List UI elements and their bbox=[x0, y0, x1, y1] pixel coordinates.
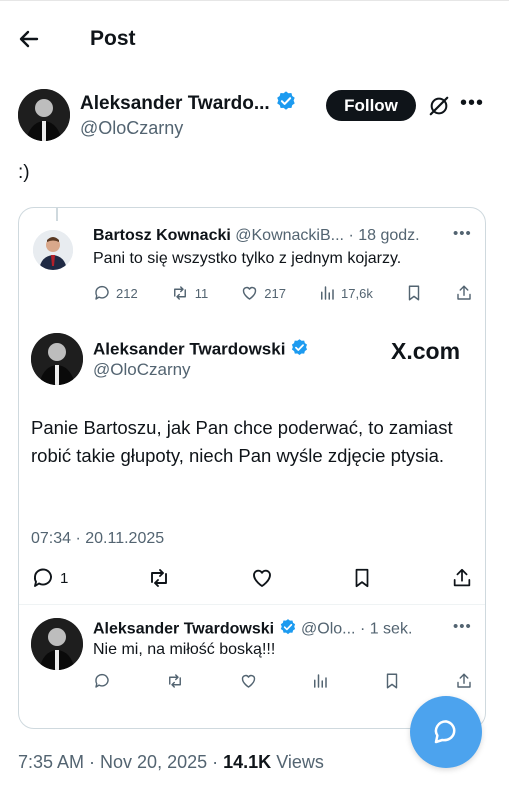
share-icon bbox=[457, 285, 471, 300]
reply-icon bbox=[33, 568, 52, 587]
bookmark-button[interactable] bbox=[351, 566, 373, 590]
top-bar bbox=[0, 0, 509, 79]
reply-meta: @Olo... · 1 sek. bbox=[301, 620, 413, 638]
reply-actions bbox=[93, 672, 473, 690]
author-handle[interactable]: @OloCzarny bbox=[80, 118, 183, 139]
post-timestamp[interactable]: 7:35 AM · Nov 20, 2025 · bbox=[18, 752, 218, 772]
chat-bubble-icon bbox=[434, 720, 456, 744]
quoted-post-actions: 1 bbox=[31, 566, 473, 590]
heart-icon bbox=[241, 674, 255, 688]
bookmark-icon bbox=[408, 285, 420, 301]
follow-button[interactable]: Follow bbox=[326, 90, 416, 121]
share-button[interactable] bbox=[451, 566, 473, 590]
author-name[interactable]: Aleksander Twardo... bbox=[80, 90, 297, 118]
like-button[interactable] bbox=[250, 566, 274, 590]
repost-icon bbox=[168, 674, 181, 688]
heart-icon bbox=[252, 569, 271, 587]
quoted-post-text: Panie Bartoszu, jak Pan chce poderwać, t… bbox=[31, 417, 453, 466]
reply-parent-text: Pani to się wszystko tylko z jednym koja… bbox=[93, 250, 402, 267]
views-chart-icon bbox=[321, 286, 334, 300]
reply-header: Aleksander Twardowski @Olo... · 1 sek. bbox=[93, 618, 412, 641]
reply-more-icon[interactable]: ••• bbox=[453, 618, 472, 635]
author-avatar[interactable] bbox=[18, 89, 70, 141]
reply-author-name[interactable]: Aleksander Twardowski bbox=[93, 621, 274, 638]
like-button[interactable]: 217 bbox=[240, 284, 286, 302]
thread-line bbox=[56, 208, 58, 221]
repost-button[interactable] bbox=[146, 566, 172, 590]
reply-button[interactable]: 212 bbox=[93, 284, 138, 302]
reply-parent-name[interactable]: Bartosz Kownacki bbox=[93, 227, 231, 244]
arrow-left-icon bbox=[19, 30, 39, 48]
verified-badge-icon bbox=[275, 90, 297, 118]
repost-button[interactable]: 11 bbox=[170, 284, 208, 302]
bookmark-button[interactable] bbox=[383, 672, 401, 690]
repost-button[interactable] bbox=[165, 672, 185, 690]
tweet-text: :) bbox=[18, 162, 30, 183]
divider bbox=[19, 604, 485, 605]
reply-parent-avatar[interactable] bbox=[33, 230, 73, 270]
reply-icon bbox=[95, 285, 109, 300]
bookmark-icon bbox=[355, 568, 369, 588]
quoted-author-handle[interactable]: @OloCzarny bbox=[93, 360, 191, 380]
views-count: 14.1K bbox=[223, 752, 272, 772]
share-button[interactable] bbox=[455, 672, 473, 690]
back-button[interactable] bbox=[16, 26, 42, 52]
quoted-author-name[interactable]: Aleksander Twardowski bbox=[93, 338, 309, 362]
verified-badge-icon bbox=[279, 618, 297, 641]
page-title: Post bbox=[90, 27, 136, 50]
like-button[interactable] bbox=[239, 672, 258, 690]
reply-text: Nie mi, na miłość boską!!! bbox=[93, 641, 276, 658]
views-label: Views bbox=[276, 752, 324, 772]
reply-parent-meta: @KownackiB... · 18 godz. bbox=[235, 227, 420, 244]
share-icon bbox=[457, 673, 471, 688]
reply-parent-more-icon[interactable]: ••• bbox=[453, 225, 472, 242]
bookmark-button[interactable] bbox=[405, 284, 423, 302]
reply-icon bbox=[95, 673, 109, 688]
more-options-icon[interactable]: ••• bbox=[460, 92, 486, 116]
repost-icon bbox=[151, 569, 167, 587]
reply-avatar[interactable] bbox=[31, 618, 83, 670]
compose-message-button[interactable] bbox=[410, 696, 482, 768]
views-button[interactable]: 17,6k bbox=[318, 284, 373, 302]
repost-icon bbox=[173, 286, 186, 300]
verified-badge-icon bbox=[290, 338, 309, 362]
share-icon bbox=[453, 568, 471, 587]
post-meta-footer: 7:35 AM · Nov 20, 2025 · 14.1K Views bbox=[18, 752, 324, 773]
share-button[interactable] bbox=[455, 284, 473, 302]
reply-parent-header: Bartosz Kownacki @KownackiB... · 18 godz… bbox=[93, 227, 420, 245]
x-com-watermark: X.com bbox=[391, 338, 461, 364]
bookmark-icon bbox=[386, 673, 398, 689]
quoted-post-time[interactable]: 07:34 · 20.11.2025 bbox=[31, 530, 164, 548]
views-chart-icon bbox=[314, 674, 328, 688]
reply-button[interactable] bbox=[93, 672, 111, 690]
heart-icon bbox=[243, 286, 257, 300]
quoted-author-avatar[interactable] bbox=[31, 333, 83, 385]
reply-parent-actions: 212 11 217 17,6k bbox=[93, 284, 473, 302]
reply-button[interactable]: 1 bbox=[31, 566, 68, 590]
quoted-post-card[interactable]: Bartosz Kownacki @KownackiB... · 18 godz… bbox=[18, 207, 486, 729]
views-button[interactable] bbox=[311, 672, 329, 690]
grok-icon[interactable] bbox=[428, 95, 450, 117]
